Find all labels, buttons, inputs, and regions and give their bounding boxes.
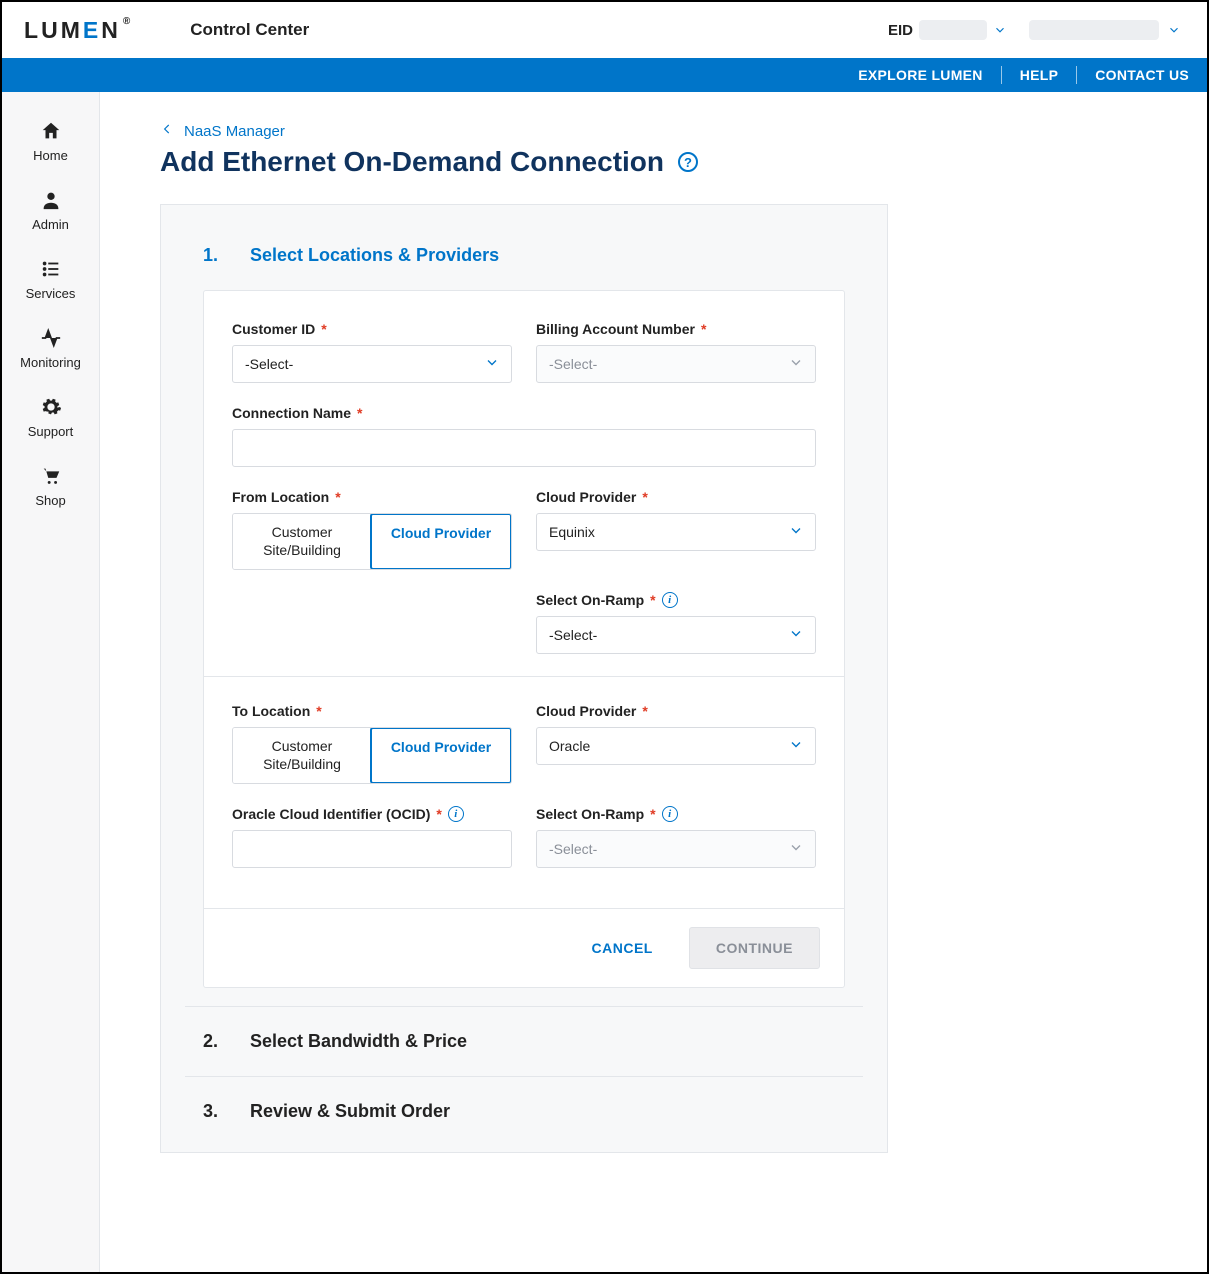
utility-bar: EXPLORE LUMEN HELP CONTACT US	[2, 58, 1207, 92]
cancel-button[interactable]: CANCEL	[586, 939, 659, 957]
ban-label: Billing Account Number*	[536, 321, 816, 337]
to-onramp-select[interactable]: -Select-	[536, 830, 816, 868]
chevron-down-icon	[1167, 23, 1181, 37]
info-icon[interactable]: i	[662, 806, 678, 822]
sidebar-item-admin[interactable]: Admin	[2, 175, 99, 244]
continue-button[interactable]: CONTINUE	[689, 927, 820, 969]
step-1-card: Customer ID* -Select-	[203, 290, 845, 988]
cart-icon	[40, 465, 62, 487]
sidebar-item-label: Support	[28, 424, 74, 439]
divider	[1076, 66, 1077, 84]
sidebar-item-home[interactable]: Home	[2, 106, 99, 175]
from-cloud-provider-label: Cloud Provider*	[536, 489, 816, 505]
from-location-toggle: Customer Site/Building Cloud Provider	[232, 513, 512, 570]
info-icon[interactable]: i	[448, 806, 464, 822]
connection-name-label: Connection Name*	[232, 405, 816, 421]
explore-lumen-link[interactable]: EXPLORE LUMEN	[858, 67, 982, 83]
step-number: 2.	[203, 1031, 218, 1052]
customer-id-label: Customer ID*	[232, 321, 512, 337]
user-value-redacted	[1029, 20, 1159, 40]
section-divider	[204, 676, 844, 677]
sidebar-item-shop[interactable]: Shop	[2, 451, 99, 520]
step-title: Select Locations & Providers	[250, 245, 499, 266]
activity-icon	[40, 327, 62, 349]
help-link[interactable]: HELP	[1020, 67, 1059, 83]
from-location-label: From Location*	[232, 489, 512, 505]
step-3-header[interactable]: 3. Review & Submit Order	[185, 1076, 863, 1146]
divider	[1001, 66, 1002, 84]
home-icon	[40, 120, 62, 142]
step-title: Review & Submit Order	[250, 1101, 450, 1122]
sidebar-item-label: Home	[33, 148, 68, 163]
sidebar-item-monitoring[interactable]: Monitoring	[2, 313, 99, 382]
chevron-left-icon	[160, 122, 174, 140]
step-2-header[interactable]: 2. Select Bandwidth & Price	[185, 1006, 863, 1076]
eid-value-redacted	[919, 20, 987, 40]
info-icon[interactable]: i	[662, 592, 678, 608]
to-onramp-label: Select On-Ramp* i	[536, 806, 816, 822]
step-1-footer: CANCEL CONTINUE	[204, 908, 844, 987]
sidebar-item-label: Admin	[32, 217, 69, 232]
sidebar-item-label: Shop	[35, 493, 65, 508]
sidebar-item-label: Services	[26, 286, 76, 301]
from-cloud-provider-option[interactable]: Cloud Provider	[370, 513, 512, 570]
chevron-down-icon	[993, 23, 1007, 37]
user-selector[interactable]	[1007, 20, 1181, 40]
user-icon	[40, 189, 62, 211]
ocid-label: Oracle Cloud Identifier (OCID)* i	[232, 806, 512, 822]
connection-name-input[interactable]	[232, 429, 816, 467]
gear-icon	[40, 396, 62, 418]
page-title: Add Ethernet On-Demand Connection ?	[160, 146, 888, 178]
app-title: Control Center	[190, 20, 309, 40]
to-cloud-provider-select[interactable]: Oracle	[536, 727, 816, 765]
sidebar-item-services[interactable]: Services	[2, 244, 99, 313]
ban-select[interactable]: -Select-	[536, 345, 816, 383]
to-customer-site-option[interactable]: Customer Site/Building	[233, 728, 371, 783]
to-cloud-provider-option[interactable]: Cloud Provider	[370, 727, 512, 784]
customer-id-select[interactable]: -Select-	[232, 345, 512, 383]
step-title: Select Bandwidth & Price	[250, 1031, 467, 1052]
app-header: LUMEN® Control Center EID	[2, 2, 1207, 58]
ocid-input[interactable]	[232, 830, 512, 868]
to-cloud-provider-label: Cloud Provider*	[536, 703, 816, 719]
lumen-logo: LUMEN®	[24, 17, 130, 44]
content: NaaS Manager Add Ethernet On-Demand Conn…	[100, 92, 1207, 1272]
from-customer-site-option[interactable]: Customer Site/Building	[233, 514, 371, 569]
eid-selector[interactable]: EID	[888, 20, 1007, 40]
breadcrumb-back[interactable]: NaaS Manager	[160, 122, 888, 140]
contact-us-link[interactable]: CONTACT US	[1095, 67, 1189, 83]
sidebar-item-label: Monitoring	[20, 355, 81, 370]
from-onramp-label: Select On-Ramp* i	[536, 592, 816, 608]
step-number: 3.	[203, 1101, 218, 1122]
to-location-label: To Location*	[232, 703, 512, 719]
list-icon	[40, 258, 62, 280]
eid-label: EID	[888, 22, 913, 39]
step-number: 1.	[203, 245, 218, 266]
to-location-toggle: Customer Site/Building Cloud Provider	[232, 727, 512, 784]
step-1-header: 1. Select Locations & Providers	[185, 245, 863, 290]
help-icon[interactable]: ?	[678, 152, 698, 172]
sidebar: Home Admin Services Monitoring Support	[2, 92, 100, 1272]
from-cloud-provider-select[interactable]: Equinix	[536, 513, 816, 551]
sidebar-item-support[interactable]: Support	[2, 382, 99, 451]
wizard-panel: 1. Select Locations & Providers Customer…	[160, 204, 888, 1153]
breadcrumb-label: NaaS Manager	[184, 123, 285, 140]
from-onramp-select[interactable]: -Select-	[536, 616, 816, 654]
page-title-text: Add Ethernet On-Demand Connection	[160, 146, 664, 178]
